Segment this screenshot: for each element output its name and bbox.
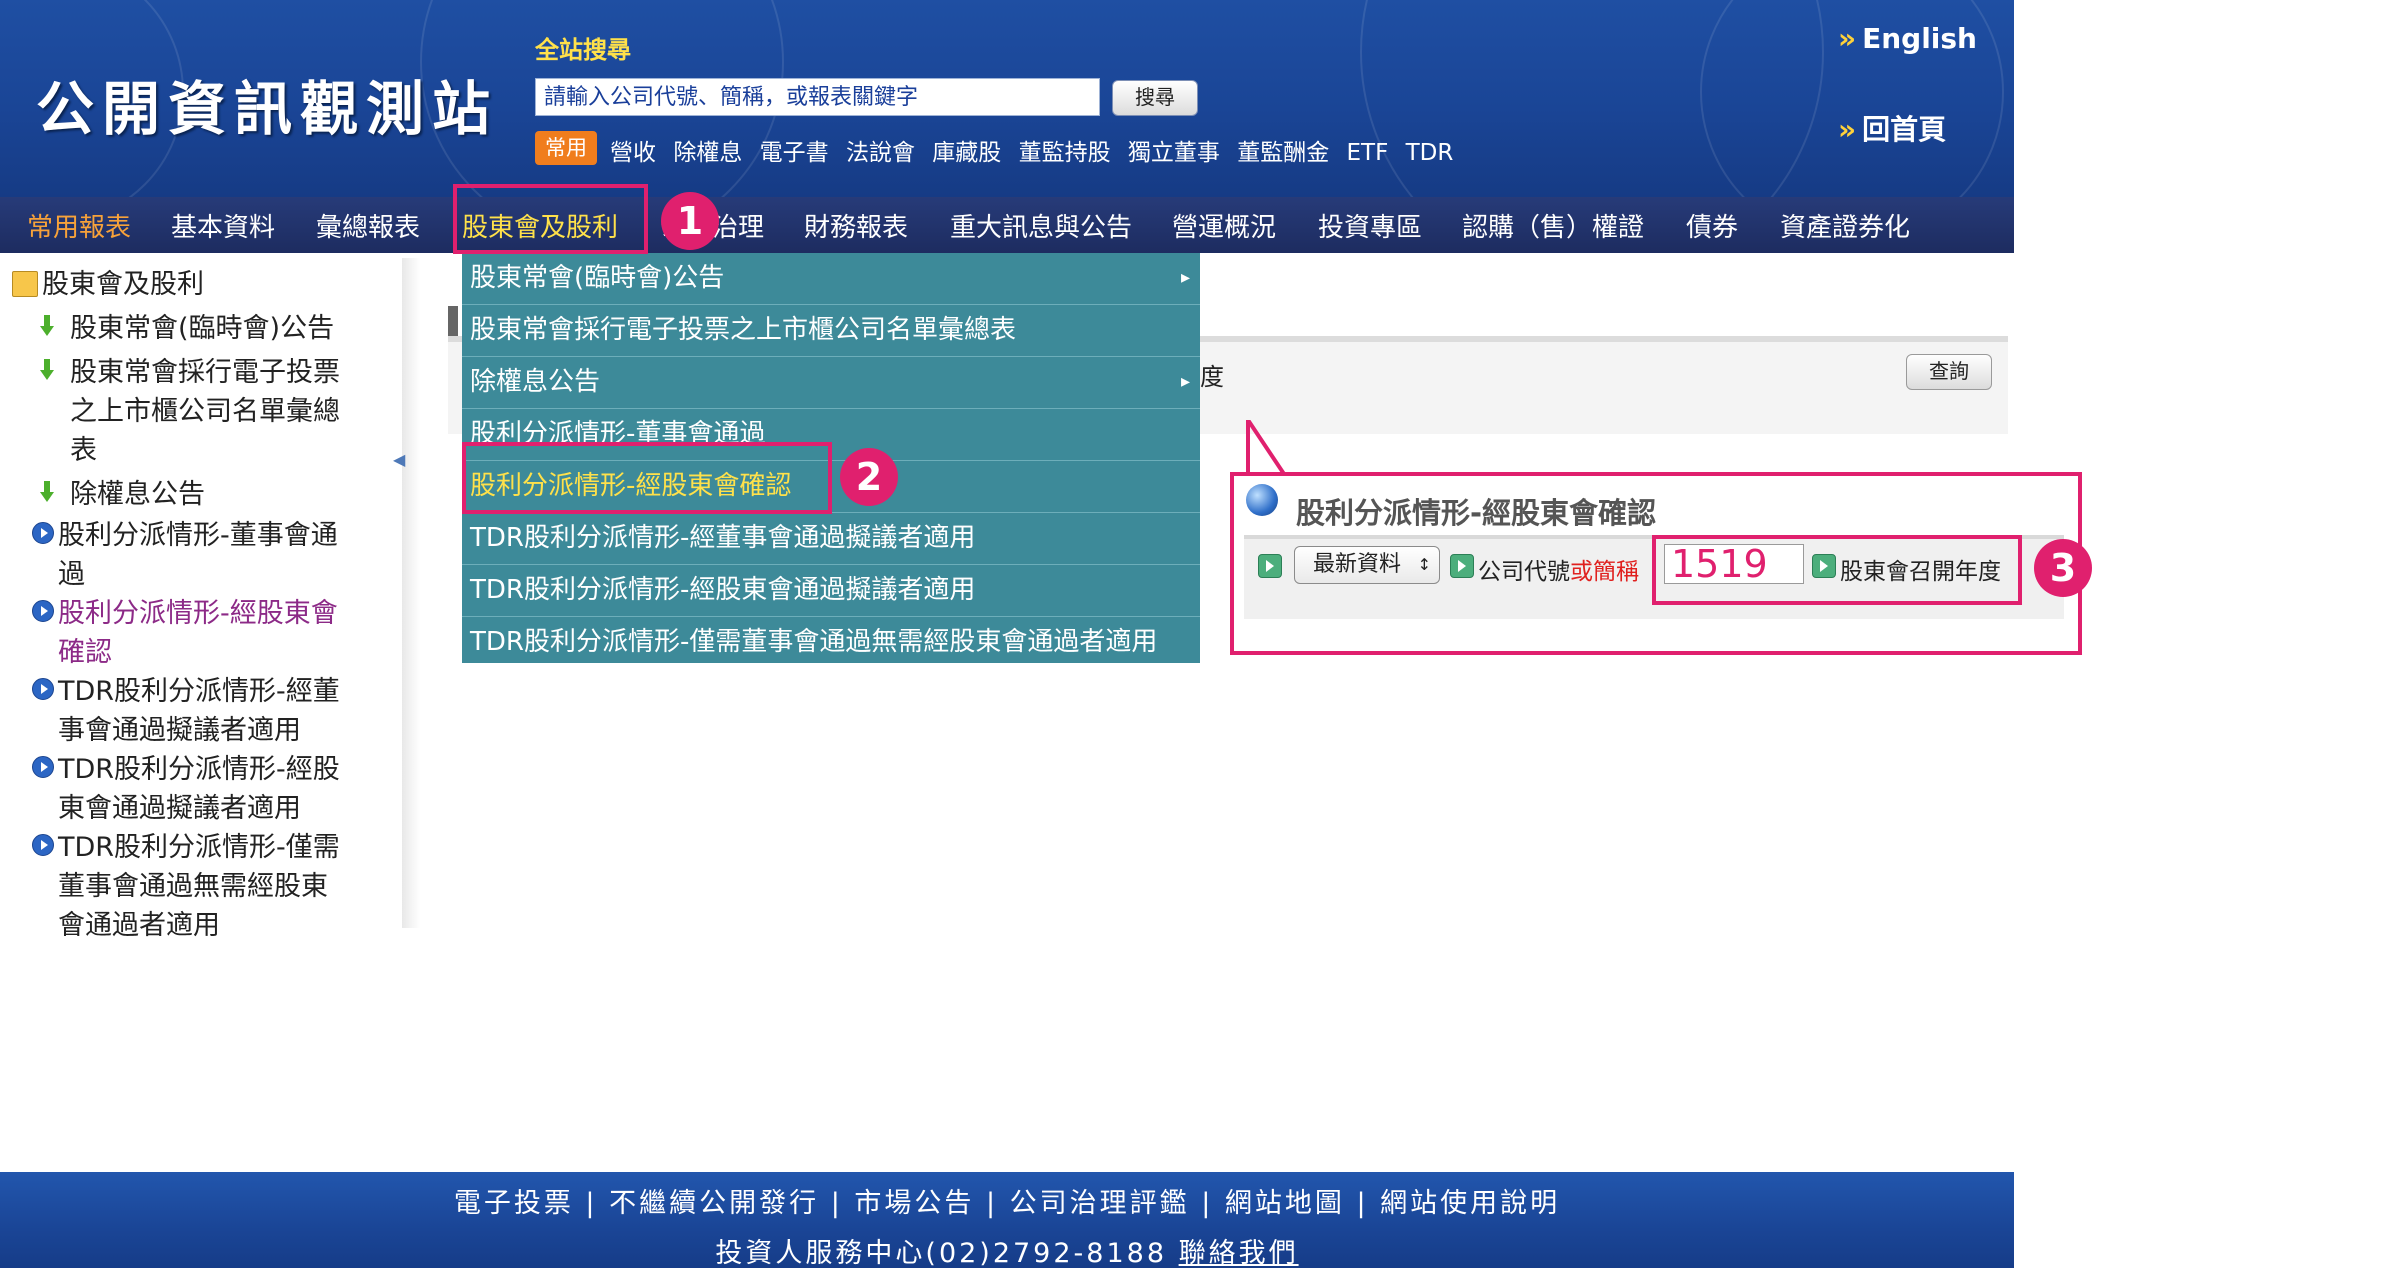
- submenu-arrow-icon: ▸: [1180, 371, 1190, 392]
- quick-link-revenue[interactable]: 營收: [610, 140, 656, 166]
- nav-summary-reports[interactable]: 彙總報表: [316, 207, 420, 244]
- menu-item-tdr-board[interactable]: TDR股利分派情形-經董事會通過擬議者適用: [462, 513, 1200, 565]
- quick-link-tdr[interactable]: TDR: [1406, 140, 1454, 166]
- down-arrow-icon: [40, 315, 54, 337]
- highlight-box-3: [1652, 535, 2022, 605]
- bullet-arrow-icon: [32, 756, 54, 778]
- nav-material-info[interactable]: 重大訊息與公告: [950, 207, 1132, 244]
- green-arrow-icon: [1258, 554, 1282, 578]
- sidebar-item-label: 股東常會(臨時會)公告: [70, 313, 335, 344]
- home-label: 回首頁: [1862, 113, 1947, 146]
- sidebar-item-e-voting-list[interactable]: 股東常會採行電子投票之上市櫃公司名單彙總表: [40, 353, 360, 470]
- menu-item-e-voting-list[interactable]: 股東常會採行電子投票之上市櫃公司名單彙總表: [462, 305, 1200, 357]
- quick-link-ex-dividend[interactable]: 除權息: [673, 140, 742, 166]
- menu-item-tdr-shareholders[interactable]: TDR股利分派情形-經股東會通過擬議者適用: [462, 565, 1200, 617]
- quick-links-badge: 常用: [535, 131, 597, 165]
- query-panel-label: 度: [1200, 363, 1224, 391]
- nav-basic-info[interactable]: 基本資料: [171, 207, 275, 244]
- data-type-select[interactable]: 最新資料 ↕: [1294, 546, 1440, 584]
- company-abbr-text: 或簡稱: [1570, 559, 1639, 585]
- menu-item-label: 股東常會(臨時會)公告: [470, 263, 725, 293]
- footer-links[interactable]: 電子投票 | 不繼續公開發行 | 市場公告 | 公司治理評鑑 | 網站地圖 | …: [0, 1181, 2014, 1220]
- data-type-value: 最新資料: [1313, 552, 1402, 577]
- highlight-box-1: [453, 184, 648, 254]
- home-link[interactable]: » 回首頁: [1838, 108, 1946, 148]
- service-center-phone: 投資人服務中心(02)2792-8188: [715, 1238, 1167, 1269]
- sidebar-item-label: 股東常會採行電子投票之上市櫃公司名單彙總表: [70, 357, 340, 466]
- contact-us-link[interactable]: 聯絡我們: [1179, 1238, 1299, 1269]
- sidebar-item-ex-rights-notice[interactable]: 除權息公告: [40, 475, 360, 514]
- quick-link-investor-conference[interactable]: 法說會: [846, 140, 915, 166]
- nav-investment-zone[interactable]: 投資專區: [1318, 207, 1422, 244]
- menu-item-label: 除權息公告: [470, 367, 601, 397]
- english-label: English: [1862, 22, 1977, 55]
- site-logo[interactable]: 公開資訊觀測站: [36, 62, 498, 146]
- sidebar-item-tdr-shareholders[interactable]: TDR股利分派情形-經股東會通過擬議者適用: [32, 750, 358, 828]
- company-code-label: 公司代號或簡稱: [1478, 552, 1639, 586]
- double-chevron-icon: »: [1838, 22, 1857, 55]
- footer-contact: 投資人服務中心(02)2792-8188 聯絡我們: [0, 1231, 2014, 1270]
- english-link[interactable]: » English: [1838, 22, 1977, 55]
- quick-link-etf[interactable]: ETF: [1347, 140, 1389, 166]
- quick-link-ebook[interactable]: 電子書: [760, 140, 829, 166]
- nav-financial-reports[interactable]: 財務報表: [804, 207, 908, 244]
- query-button[interactable]: 查詢: [1906, 354, 1992, 390]
- sidebar-root[interactable]: 股東會及股利: [12, 265, 382, 304]
- menu-item-label: TDR股利分派情形-僅需董事會通過無需經股東會通過者適用: [470, 627, 1158, 657]
- nav-operations[interactable]: 營運概況: [1172, 207, 1276, 244]
- sidebar-item-label: TDR股利分派情形-經董事會通過擬議者適用: [58, 676, 340, 746]
- sidebar-item-tdr-board-only[interactable]: TDR股利分派情形-僅需董事會通過無需經股東會通過者適用: [32, 828, 348, 945]
- callout-pointer: [1246, 420, 1286, 476]
- step-badge-2: 2: [840, 448, 898, 506]
- sidebar-item-label: TDR股利分派情形-經股東會通過擬議者適用: [58, 754, 340, 824]
- bullet-arrow-icon: [32, 522, 54, 544]
- down-arrow-icon: [40, 359, 54, 381]
- nav-common-reports[interactable]: 常用報表: [27, 207, 131, 244]
- nav-bonds[interactable]: 債券: [1686, 207, 1738, 244]
- menu-item-shareholder-meeting-notice[interactable]: 股東常會(臨時會)公告 ▸: [462, 253, 1200, 305]
- quick-link-independent-director[interactable]: 獨立董事: [1128, 140, 1220, 166]
- sidebar-item-tdr-board[interactable]: TDR股利分派情形-經董事會通過擬議者適用: [32, 672, 358, 750]
- nav-asset-securitization[interactable]: 資產證券化: [1780, 207, 1910, 244]
- quick-links: 營收 除權息 電子書 法說會 庫藏股 董監持股 獨立董事 董監酬金 ETF TD…: [610, 133, 1463, 167]
- menu-item-label: 股東常會採行電子投票之上市櫃公司名單彙總表: [470, 315, 1017, 345]
- nav-warrants[interactable]: 認購（售）權證: [1462, 207, 1644, 244]
- folder-icon: [12, 271, 38, 297]
- green-arrow-icon: [1450, 554, 1474, 578]
- sidebar-item-label: 股利分派情形-經股東會確認: [58, 598, 338, 668]
- menu-item-label: TDR股利分派情形-經董事會通過擬議者適用: [470, 523, 976, 553]
- collapse-arrow-icon[interactable]: ◀: [393, 450, 405, 469]
- sidebar-edge: [402, 258, 420, 928]
- sidebar-item-shareholder-meeting-notice[interactable]: 股東常會(臨時會)公告: [40, 309, 370, 348]
- quick-link-treasury-stock[interactable]: 庫藏股: [932, 140, 1001, 166]
- sidebar-item-label: 股利分派情形-董事會通過: [58, 520, 338, 590]
- sidebar-item-label: TDR股利分派情形-僅需董事會通過無需經股東會通過者適用: [58, 832, 340, 941]
- search-button[interactable]: 搜尋: [1112, 80, 1198, 116]
- menu-item-ex-rights-notice[interactable]: 除權息公告 ▸: [462, 357, 1200, 409]
- bullet-arrow-icon: [32, 600, 54, 622]
- step-badge-3: 3: [2034, 539, 2092, 597]
- main-nav: 常用報表 基本資料 彙總報表 股東會及股利 公司治理 財務報表 重大訊息與公告 …: [0, 197, 2014, 253]
- down-arrow-icon: [40, 481, 54, 503]
- quick-link-director-holdings[interactable]: 董監持股: [1019, 140, 1111, 166]
- search-input[interactable]: [535, 78, 1100, 116]
- double-chevron-icon: »: [1838, 113, 1857, 146]
- menu-item-tdr-board-only[interactable]: TDR股利分派情形-僅需董事會通過無需經股東會通過者適用: [462, 617, 1200, 669]
- highlight-box-2: [462, 442, 832, 514]
- quick-link-director-compensation[interactable]: 董監酬金: [1237, 140, 1329, 166]
- submenu-arrow-icon: ▸: [1180, 267, 1190, 288]
- select-updown-icon: ↕: [1417, 555, 1431, 574]
- callout-title: 股利分派情形-經股東會確認: [1296, 496, 1657, 530]
- company-code-text: 公司代號: [1478, 559, 1570, 585]
- sidebar-root-label: 股東會及股利: [42, 269, 204, 300]
- step-badge-1: 1: [661, 192, 719, 250]
- menu-item-label: TDR股利分派情形-經股東會通過擬議者適用: [470, 575, 976, 605]
- bullet-arrow-icon: [32, 678, 54, 700]
- sidebar-item-dividend-board[interactable]: 股利分派情形-董事會通過: [32, 516, 348, 594]
- sidebar-item-dividend-shareholders[interactable]: 股利分派情形-經股東會確認: [32, 594, 348, 672]
- globe-icon: [1246, 484, 1278, 516]
- search-title: 全站搜尋: [535, 36, 631, 64]
- bullet-arrow-icon: [32, 834, 54, 856]
- sidebar-item-label: 除權息公告: [70, 479, 205, 510]
